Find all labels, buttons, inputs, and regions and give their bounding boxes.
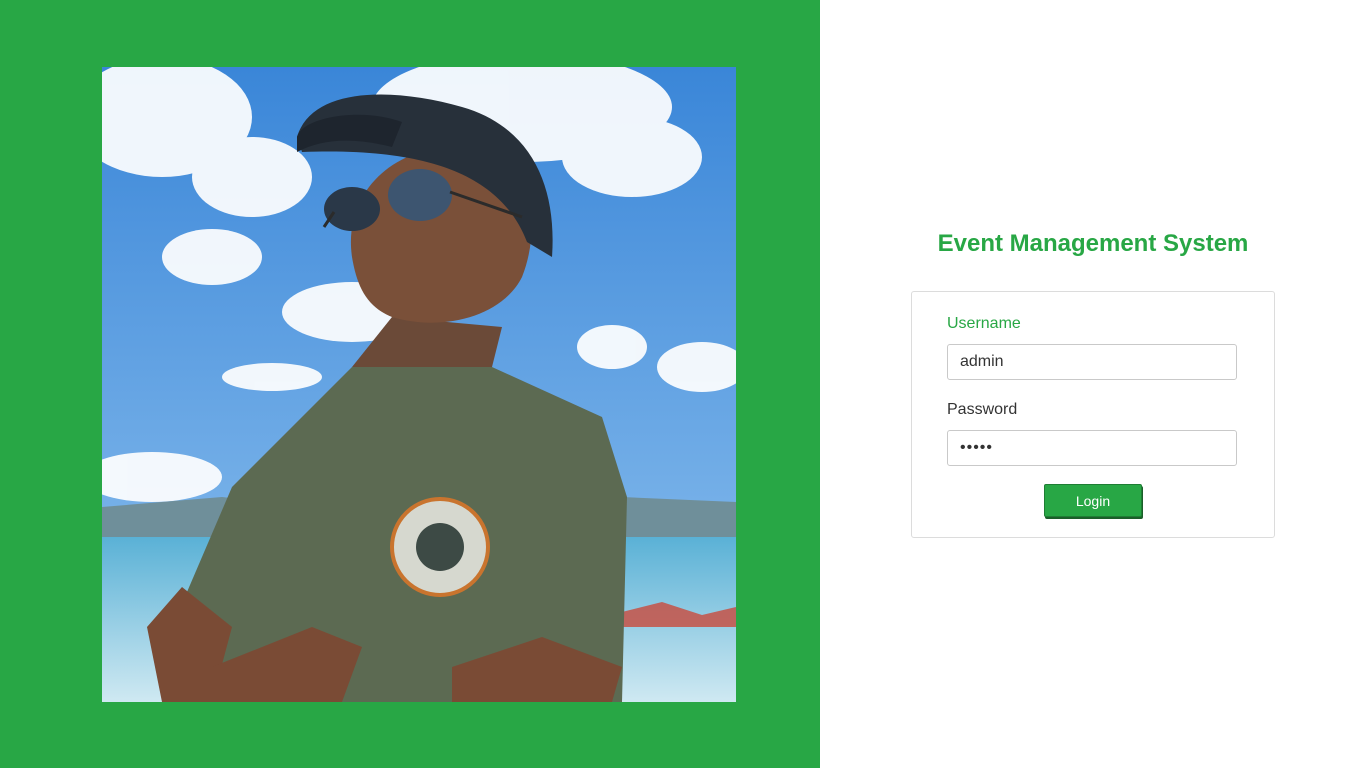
password-input[interactable] xyxy=(947,430,1237,466)
left-panel xyxy=(0,0,820,768)
login-form: Username Password Login xyxy=(911,291,1275,538)
beach-portrait-illustration xyxy=(102,67,736,702)
app-title: Event Management System xyxy=(937,230,1249,257)
username-label: Username xyxy=(947,315,1021,332)
login-button[interactable]: Login xyxy=(1044,484,1142,517)
username-input[interactable] xyxy=(947,344,1237,380)
right-panel: Event Management System Username Passwor… xyxy=(820,0,1366,768)
password-label: Password xyxy=(947,401,1018,418)
profile-photo xyxy=(102,67,736,702)
